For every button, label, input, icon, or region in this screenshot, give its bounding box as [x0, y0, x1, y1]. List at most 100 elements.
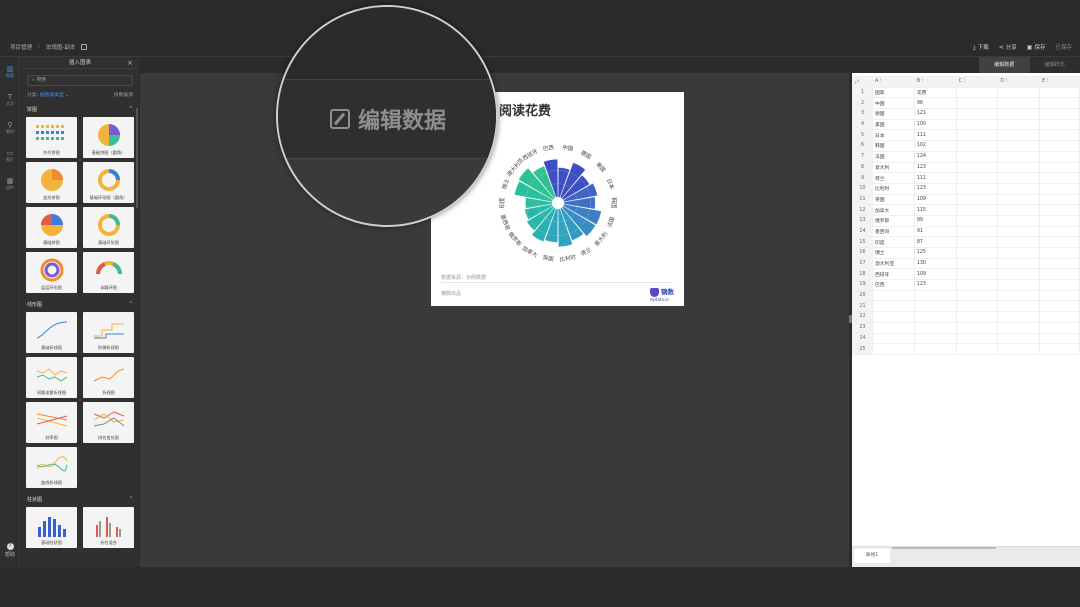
table-cell[interactable]: 日本 — [871, 129, 915, 142]
table-cell[interactable] — [871, 311, 915, 323]
table-cell[interactable] — [1039, 97, 1080, 110]
table-cell[interactable]: 109 — [913, 193, 957, 206]
table-cell[interactable] — [1039, 214, 1080, 227]
row-number[interactable]: 18 — [852, 268, 873, 281]
section-pie[interactable]: 饼图 ⌃ — [27, 106, 133, 113]
table-cell[interactable] — [1039, 332, 1080, 345]
table-cell[interactable] — [955, 204, 999, 216]
table-cell[interactable] — [871, 332, 915, 345]
table-cell[interactable] — [1039, 118, 1080, 131]
table-cell[interactable] — [997, 225, 1041, 238]
table-cell[interactable] — [1039, 236, 1080, 248]
table-cell[interactable]: 87 — [913, 236, 957, 248]
table-cell[interactable] — [913, 300, 957, 313]
row-number[interactable]: 14 — [852, 225, 873, 238]
row-number[interactable]: 8 — [852, 161, 873, 174]
table-cell[interactable]: 102 — [913, 140, 957, 152]
table-cell[interactable] — [997, 118, 1041, 131]
chart-card[interactable]: 基础饼图（圆角） — [83, 117, 134, 158]
table-cell[interactable]: 花费 — [913, 86, 957, 99]
table-cell[interactable] — [955, 321, 999, 334]
table-cell[interactable] — [913, 343, 957, 355]
table-cell[interactable] — [955, 86, 999, 99]
close-icon[interactable]: × — [127, 57, 133, 69]
column-header[interactable]: C ⁝ — [955, 76, 999, 88]
chart-card[interactable]: 同量流量折线图 — [26, 357, 77, 398]
table-cell[interactable] — [1039, 225, 1080, 238]
column-header[interactable]: D ⁝ — [997, 76, 1041, 88]
table-cell[interactable] — [913, 311, 957, 323]
breadcrumb-project[interactable]: 项目管理 — [10, 43, 32, 51]
row-number[interactable]: 5 — [852, 129, 873, 142]
table-cell[interactable] — [1039, 289, 1080, 302]
table-cell[interactable]: 加拿大 — [871, 204, 915, 216]
table-cell[interactable] — [1039, 172, 1080, 184]
table-cell[interactable] — [1039, 193, 1080, 206]
table-cell[interactable] — [955, 300, 999, 313]
row-number[interactable]: 19 — [852, 279, 873, 291]
row-number[interactable]: 20 — [852, 289, 873, 302]
rail-charts[interactable]: ▥ 图表 — [3, 65, 17, 79]
table-cell[interactable] — [955, 129, 999, 142]
table-cell[interactable] — [997, 279, 1041, 291]
table-cell[interactable]: 111 — [913, 129, 957, 142]
table-cell[interactable] — [1039, 279, 1080, 291]
table-cell[interactable] — [997, 108, 1041, 120]
table-cell[interactable] — [955, 118, 999, 131]
table-cell[interactable] — [955, 332, 999, 345]
table-cell[interactable] — [1039, 204, 1080, 216]
table-cell[interactable]: 96 — [913, 97, 957, 110]
table-cell[interactable]: 中国 — [871, 97, 915, 110]
chart-card[interactable]: 折线图 — [83, 357, 134, 398]
table-cell[interactable]: 德国 — [871, 108, 915, 120]
table-cell[interactable] — [913, 332, 957, 345]
chart-card[interactable]: 变形饼图 — [26, 162, 77, 203]
table-cell[interactable] — [955, 343, 999, 355]
filter-group[interactable]: 分类: 按图表类型 ⌄ — [27, 91, 69, 98]
table-cell[interactable] — [955, 172, 999, 184]
row-number[interactable]: 7 — [852, 150, 873, 163]
table-cell[interactable] — [997, 204, 1041, 216]
table-cell[interactable] — [955, 268, 999, 281]
table-cell[interactable] — [1039, 311, 1080, 323]
chart-card[interactable]: 基础环形图 — [83, 207, 134, 248]
row-number[interactable]: 1 — [852, 86, 873, 99]
row-number[interactable]: 6 — [852, 140, 873, 152]
table-cell[interactable]: 意大利 — [871, 161, 915, 174]
column-header[interactable]: A ⁝ — [871, 76, 915, 88]
table-cell[interactable] — [913, 321, 957, 334]
table-cell[interactable] — [997, 289, 1041, 302]
table-cell[interactable] — [955, 311, 999, 323]
table-cell[interactable] — [955, 257, 999, 270]
table-cell[interactable] — [1039, 161, 1080, 174]
table-cell[interactable] — [997, 300, 1041, 313]
table-cell[interactable] — [997, 247, 1041, 259]
save-button[interactable]: ▣ 保存 — [1027, 43, 1046, 52]
sheet-tab[interactable]: 表格1 — [854, 549, 890, 563]
table-cell[interactable] — [1039, 86, 1080, 99]
table-cell[interactable] — [997, 311, 1041, 323]
chart-card[interactable]: 排名变化图 — [83, 402, 134, 443]
chart-card[interactable]: 基础折线图 — [26, 312, 77, 353]
table-cell[interactable]: 比利时 — [871, 182, 915, 195]
table-cell[interactable] — [955, 140, 999, 152]
table-cell[interactable] — [1039, 300, 1080, 313]
filter-datasource[interactable]: 按数据源 — [114, 91, 133, 98]
table-cell[interactable] — [955, 214, 999, 227]
tab-edit-style[interactable]: 编辑样式 — [1029, 57, 1080, 73]
table-cell[interactable] — [871, 300, 915, 313]
table-cell[interactable]: 115 — [913, 204, 957, 216]
download-button[interactable]: ⤓ 下载 — [973, 43, 989, 52]
row-number[interactable]: 15 — [852, 236, 873, 248]
chart-card[interactable]: 刻率图 — [26, 402, 77, 443]
table-cell[interactable]: 墨西哥 — [871, 225, 915, 238]
table-cell[interactable]: 英国 — [871, 193, 915, 206]
column-header[interactable]: E ⁝ — [1039, 76, 1080, 88]
share-button[interactable]: ⋖ 分享 — [999, 43, 1017, 52]
section-line[interactable]: 线形图 ⌃ — [27, 301, 133, 308]
table-cell[interactable] — [997, 236, 1041, 248]
table-cell[interactable]: 韩国 — [871, 140, 915, 152]
table-cell[interactable] — [1039, 257, 1080, 270]
chart-card[interactable]: 基础柱状图 — [26, 507, 77, 548]
table-cell[interactable] — [871, 343, 915, 355]
